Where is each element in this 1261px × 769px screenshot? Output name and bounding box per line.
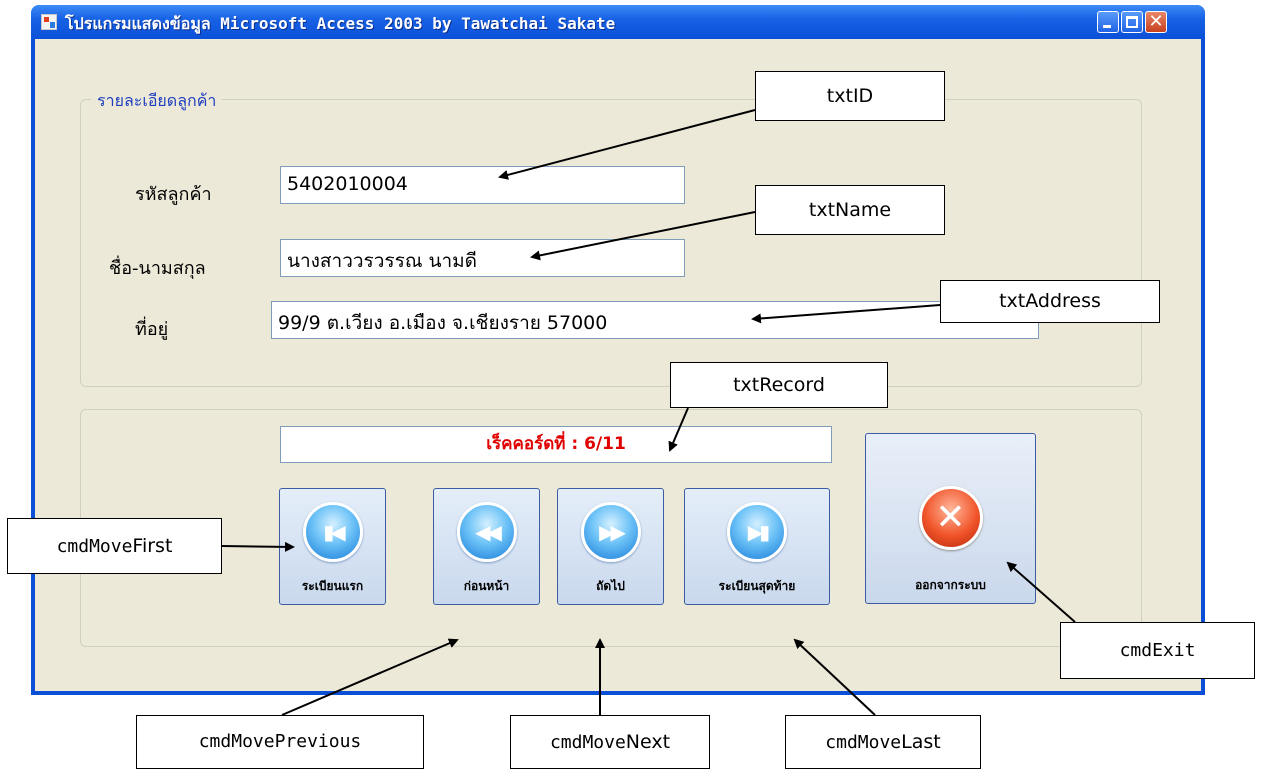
callout-cmdMoveLast: cmdMoveLast — [785, 715, 981, 769]
move-next-label: ถัดไป — [596, 579, 625, 593]
title-bar[interactable]: โปรแกรมแสดงข้อมูล Microsoft Access 2003 … — [31, 5, 1205, 39]
callout-txtAddress: txtAddress — [940, 280, 1160, 323]
callout-txtID: txtID — [755, 71, 945, 121]
txtID-input[interactable]: 5402010004 — [280, 166, 685, 204]
customer-details-title: รายละเอียดลูกค้า — [91, 89, 223, 114]
maximize-icon — [1126, 16, 1138, 28]
callout-cmdMoveLast-prefix: cmdMove — [825, 732, 902, 753]
callout-txtName: txtName — [755, 185, 945, 235]
callout-cmdMoveFirst-prefix: cmdMove — [56, 536, 133, 557]
callout-cmdExit: cmdExit — [1060, 622, 1255, 679]
exit-button[interactable]: ✕ ออกจากระบบ — [865, 433, 1036, 604]
skip-last-icon: ▶▮ — [727, 502, 787, 562]
window-title: โปรแกรมแสดงข้อมูล Microsoft Access 2003 … — [65, 14, 616, 33]
move-last-button[interactable]: ▶▮ ระเบียนสุดท้าย — [684, 488, 830, 605]
move-last-label: ระเบียนสุดท้าย — [718, 579, 796, 593]
close-window-button[interactable]: ✕ — [1145, 11, 1167, 33]
rewind-icon: ◀◀ — [456, 502, 517, 562]
customer-id-label: รหัสลูกค้า — [135, 184, 212, 205]
customer-address-label: ที่อยู่ — [135, 319, 169, 340]
callout-cmdMoveLast-suffix: Last — [901, 731, 941, 753]
app-window: โปรแกรมแสดงข้อมูล Microsoft Access 2003 … — [31, 5, 1205, 695]
form-client-area: รายละเอียดลูกค้า รหัสลูกค้า 5402010004 ช… — [35, 39, 1201, 691]
move-first-label: ระเบียนแรก — [301, 579, 364, 593]
move-next-button[interactable]: ▶▶ ถัดไป — [557, 488, 664, 605]
move-previous-label: ก่อนหน้า — [463, 579, 510, 593]
callout-cmdMoveNext-prefix: cmdMove — [549, 732, 626, 753]
exit-label: ออกจากระบบ — [915, 578, 986, 592]
txtName-input[interactable]: นางสาววรวรรณ นามดี — [280, 239, 685, 277]
minimize-icon — [1103, 25, 1111, 28]
move-first-button[interactable]: ▮◀ ระเบียนแรก — [279, 488, 386, 605]
callout-cmdMoveNext-suffix: Next — [625, 731, 671, 753]
app-icon — [41, 14, 57, 30]
customer-name-label: ชื่อ-นามสกุล — [109, 258, 206, 279]
maximize-button[interactable] — [1121, 11, 1143, 33]
skip-first-icon: ▮◀ — [302, 502, 363, 562]
callout-cmdMoveFirst-suffix: First — [132, 535, 173, 557]
txtAddress-input[interactable]: 99/9 ต.เวียง อ.เมือง จ.เชียงราย 57000 — [271, 301, 1039, 339]
move-previous-button[interactable]: ◀◀ ก่อนหน้า — [433, 488, 540, 605]
txtRecord-display: เร็คคอร์ดที่ : 6/11 — [280, 426, 832, 463]
minimize-button[interactable] — [1097, 11, 1119, 33]
fast-forward-icon: ▶▶ — [580, 502, 641, 562]
callout-cmdMovePrevious: cmdMovePrevious — [136, 715, 424, 769]
close-x-icon: ✕ — [918, 486, 983, 550]
callout-cmdMoveNext: cmdMoveNext — [510, 715, 710, 769]
close-icon: ✕ — [1148, 11, 1164, 32]
callout-cmdMoveFirst: cmdMoveFirst — [7, 518, 222, 574]
callout-txtRecord: txtRecord — [670, 362, 888, 408]
